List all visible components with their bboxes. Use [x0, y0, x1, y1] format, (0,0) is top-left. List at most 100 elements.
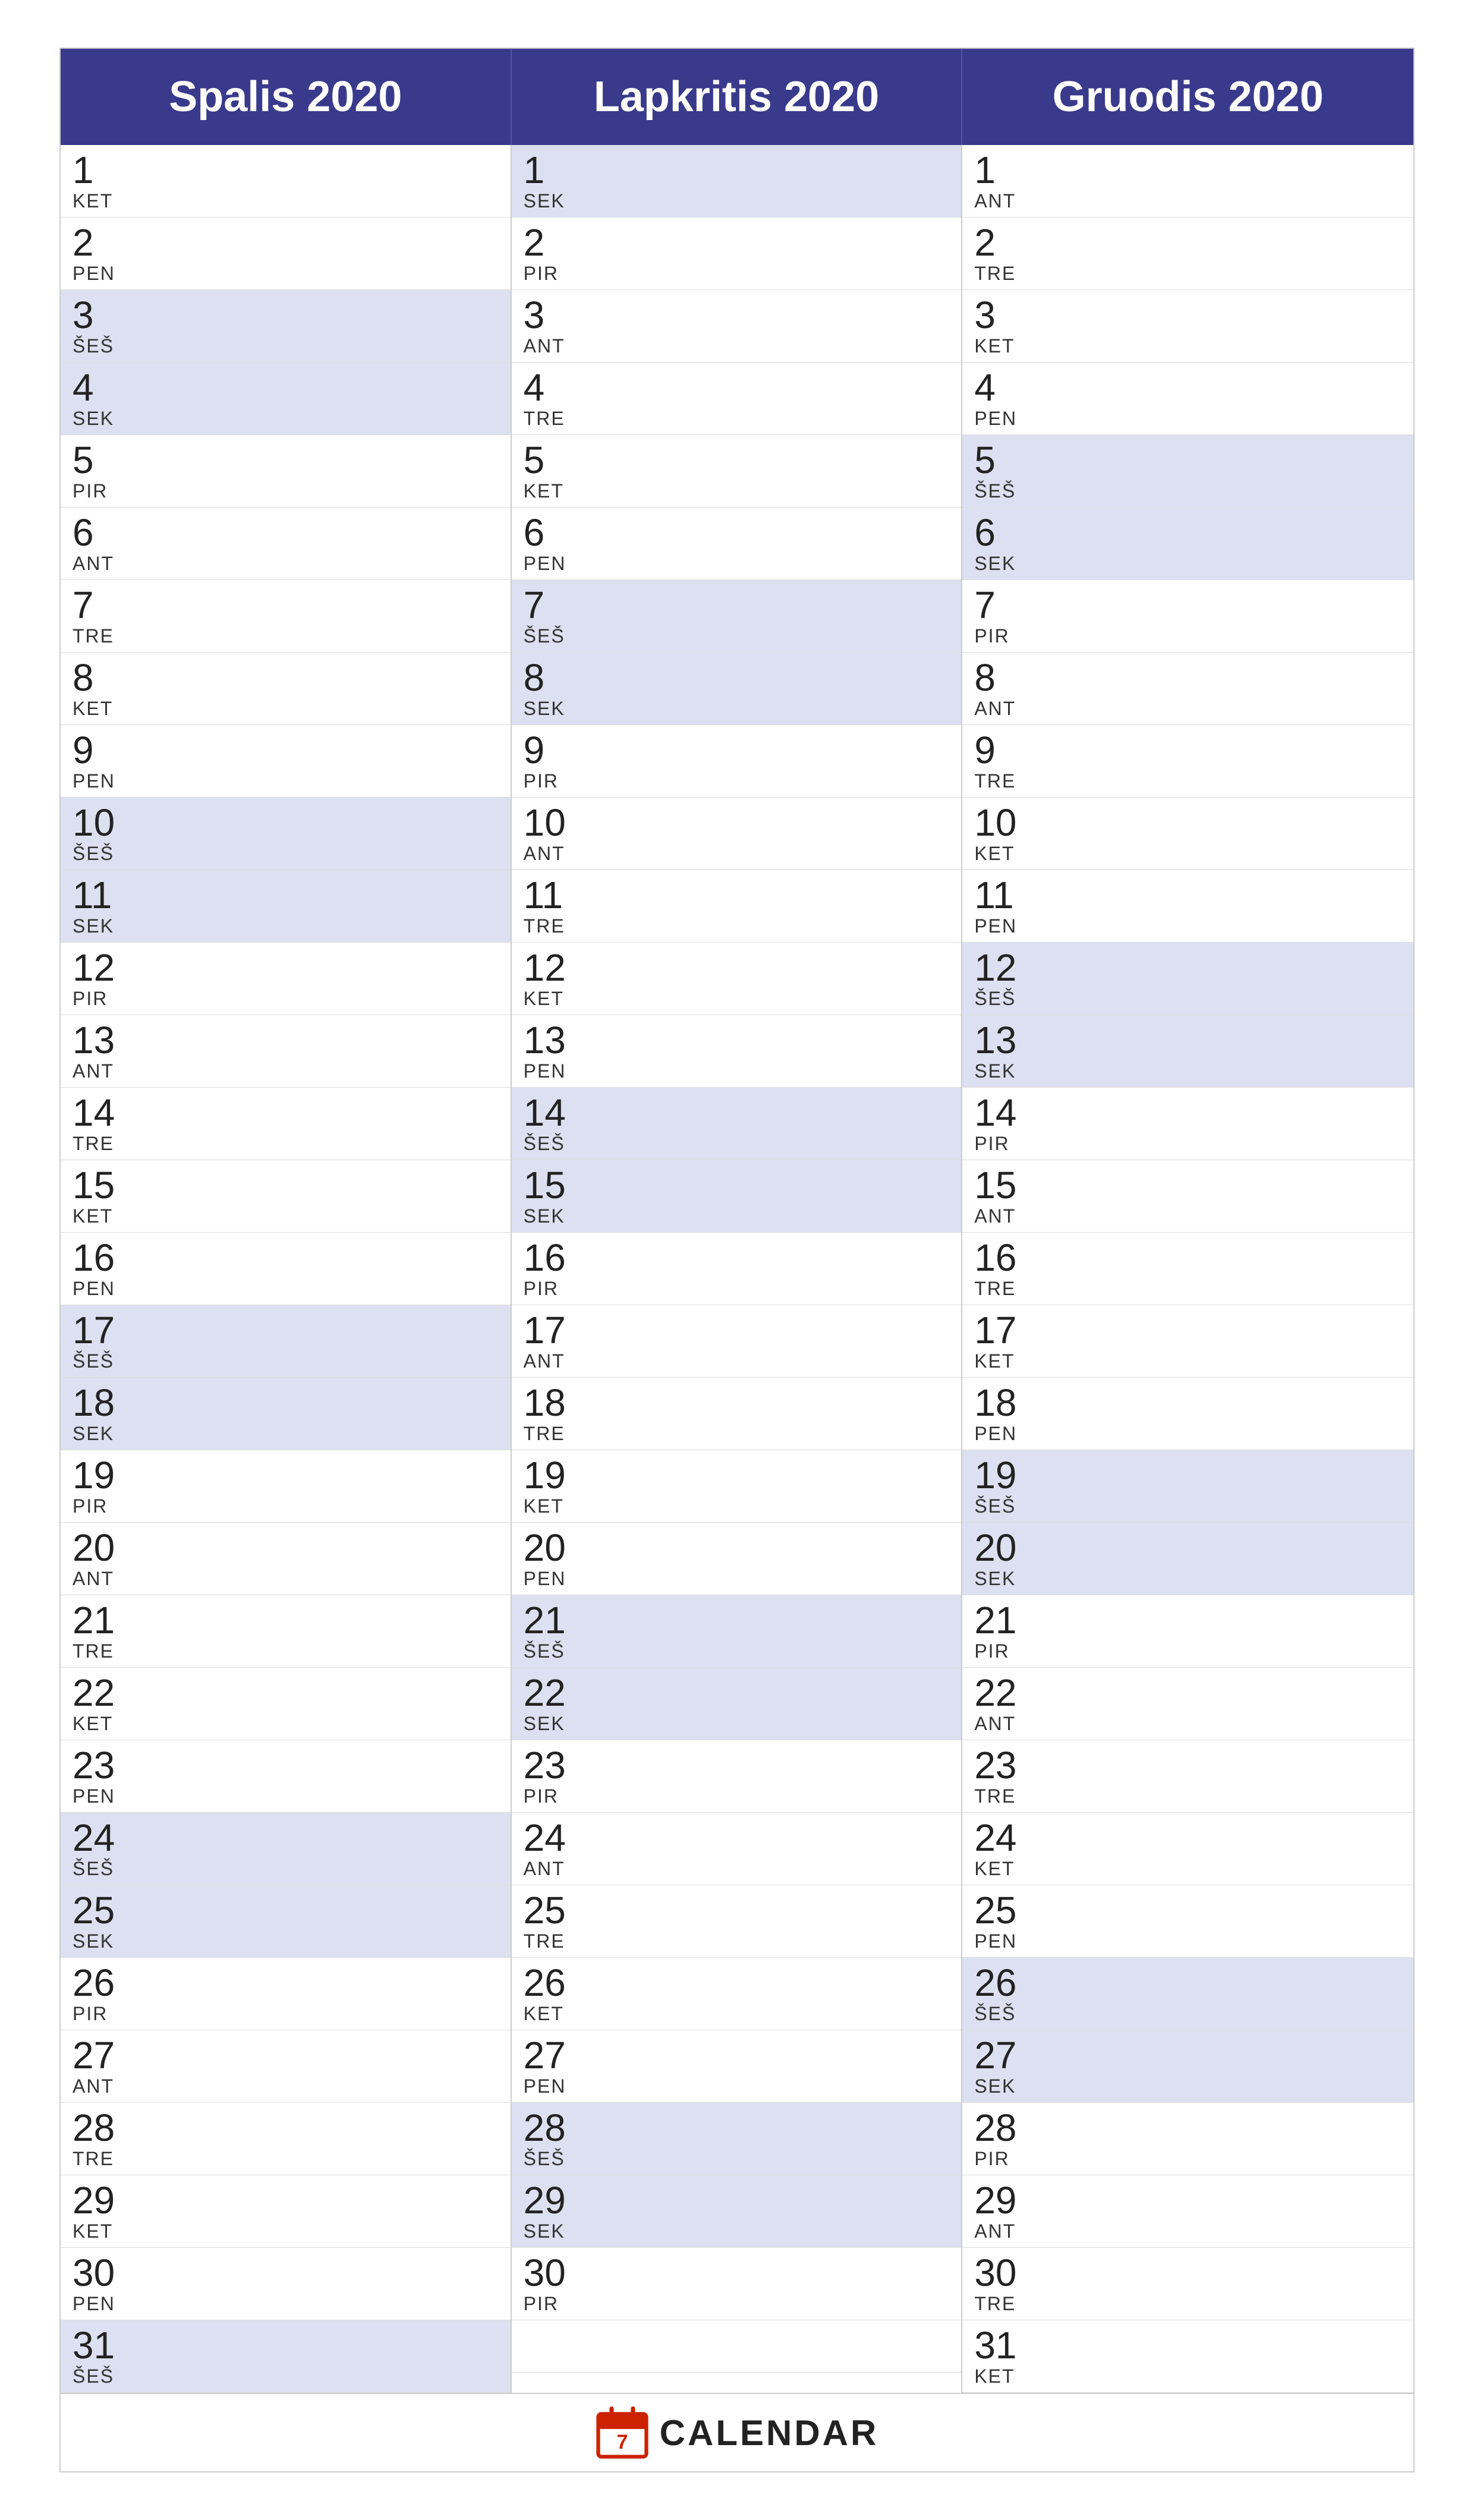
- day-number: 1: [73, 151, 499, 189]
- day-cell: 25PEN: [962, 1885, 1413, 1958]
- day-number: 22: [73, 1674, 499, 1712]
- day-number: 16: [73, 1239, 499, 1277]
- day-name: ANT: [524, 843, 950, 865]
- day-number: 23: [73, 1746, 499, 1784]
- day-name: TRE: [524, 1930, 950, 1952]
- day-name: ANT: [974, 1205, 1401, 1227]
- day-number: 17: [73, 1311, 499, 1349]
- day-cell: 22KET: [61, 1668, 511, 1740]
- day-number: 31: [974, 2326, 1401, 2364]
- day-cell: 18TRE: [512, 1378, 962, 1450]
- day-name: PIR: [73, 480, 499, 502]
- day-name: SEK: [73, 1423, 499, 1445]
- day-number: 25: [73, 1891, 499, 1929]
- logo-text: CALENDAR: [660, 2412, 879, 2453]
- day-name: ŠEŠ: [974, 1495, 1401, 1517]
- day-cell: 22ANT: [962, 1668, 1413, 1740]
- footer-left: [61, 2394, 512, 2471]
- day-cell: 8ANT: [962, 653, 1413, 725]
- day-cell: 16TRE: [962, 1233, 1413, 1305]
- day-cell: 30TRE: [962, 2248, 1413, 2320]
- page: Spalis 2020 Lapkritis 2020 Gruodis 2020 …: [0, 0, 1474, 2520]
- day-number: 9: [974, 731, 1401, 769]
- day-name: ŠEŠ: [73, 335, 499, 357]
- day-name: KET: [73, 1205, 499, 1227]
- day-name: PIR: [524, 1785, 950, 1807]
- day-cell: 17ANT: [512, 1305, 962, 1378]
- day-number: 17: [524, 1311, 950, 1349]
- day-number: 22: [974, 1674, 1401, 1712]
- day-number: 11: [73, 876, 499, 914]
- day-cell: 8KET: [61, 653, 511, 725]
- day-cell: 17KET: [962, 1305, 1413, 1378]
- day-number: 5: [974, 441, 1401, 479]
- day-cell: 9PIR: [512, 725, 962, 798]
- day-number: 9: [73, 731, 499, 769]
- day-number: 10: [974, 804, 1401, 842]
- day-cell: 6PEN: [512, 508, 962, 580]
- day-cell: 29ANT: [962, 2175, 1413, 2248]
- days-container: 1KET2PEN3ŠEŠ4SEK5PIR6ANT7TRE8KET9PEN10ŠE…: [61, 145, 1413, 2393]
- day-name: SEK: [73, 1930, 499, 1952]
- day-number: 13: [974, 1021, 1401, 1059]
- day-name: TRE: [974, 1278, 1401, 1300]
- day-name: ŠEŠ: [524, 2148, 950, 2170]
- day-name: PIR: [524, 2293, 950, 2315]
- day-cell: 19PIR: [61, 1450, 511, 1523]
- day-name: ANT: [73, 2075, 499, 2097]
- day-name: PEN: [73, 263, 499, 285]
- day-name: PIR: [974, 1640, 1401, 1662]
- month-header-spalis: Spalis 2020: [61, 49, 512, 145]
- day-number: 23: [974, 1746, 1401, 1784]
- day-name: PIR: [974, 625, 1401, 647]
- day-name: ŠEŠ: [974, 480, 1401, 502]
- day-name: KET: [524, 2003, 950, 2025]
- day-cell: 26ŠEŠ: [962, 1958, 1413, 2030]
- day-name: KET: [524, 988, 950, 1010]
- day-cell: 13ANT: [61, 1015, 511, 1088]
- day-cell: 21ŠEŠ: [512, 1595, 962, 1668]
- day-name: PEN: [974, 408, 1401, 430]
- day-cell: 5ŠEŠ: [962, 435, 1413, 508]
- day-number: 10: [524, 804, 950, 842]
- day-name: TRE: [73, 1640, 499, 1662]
- day-cell: 29KET: [61, 2175, 511, 2248]
- day-name: PIR: [974, 2148, 1401, 2170]
- day-name: ANT: [73, 553, 499, 575]
- day-name: ANT: [73, 1060, 499, 1082]
- day-number: 14: [524, 1094, 950, 1132]
- day-cell: 4PEN: [962, 363, 1413, 435]
- day-name: TRE: [73, 1133, 499, 1155]
- day-cell: 3KET: [962, 290, 1413, 363]
- day-cell: 18SEK: [61, 1378, 511, 1450]
- month-col-gruodis: 1ANT2TRE3KET4PEN5ŠEŠ6SEK7PIR8ANT9TRE10KE…: [962, 145, 1413, 2393]
- day-cell: 10KET: [962, 798, 1413, 870]
- footer-center: 7 CALENDAR: [512, 2394, 963, 2471]
- day-number: 8: [73, 659, 499, 697]
- day-number: 26: [974, 1964, 1401, 2002]
- day-cell: 5PIR: [61, 435, 511, 508]
- day-cell: 8SEK: [512, 653, 962, 725]
- day-number: 27: [73, 2036, 499, 2074]
- day-name: SEK: [524, 698, 950, 720]
- day-number: 24: [974, 1819, 1401, 1857]
- day-number: 6: [974, 514, 1401, 552]
- day-cell: 6SEK: [962, 508, 1413, 580]
- day-name: PEN: [73, 2293, 499, 2315]
- day-cell: 15KET: [61, 1160, 511, 1233]
- day-name: ANT: [524, 1858, 950, 1880]
- day-name: PEN: [974, 1930, 1401, 1952]
- day-cell: 3ANT: [512, 290, 962, 363]
- day-name: PEN: [73, 1278, 499, 1300]
- calendar-grid: Spalis 2020 Lapkritis 2020 Gruodis 2020 …: [59, 48, 1415, 2472]
- day-cell: 13SEK: [962, 1015, 1413, 1088]
- day-number: 13: [524, 1021, 950, 1059]
- month-col-lapkritis: 1SEK2PIR3ANT4TRE5KET6PEN7ŠEŠ8SEK9PIR10AN…: [512, 145, 963, 2393]
- day-number: 5: [524, 441, 950, 479]
- day-cell: 12PIR: [61, 943, 511, 1015]
- day-name: KET: [974, 335, 1401, 357]
- day-name: ANT: [524, 335, 950, 357]
- day-number: 19: [73, 1456, 499, 1494]
- day-name: PEN: [974, 915, 1401, 937]
- day-cell: 25SEK: [61, 1885, 511, 1958]
